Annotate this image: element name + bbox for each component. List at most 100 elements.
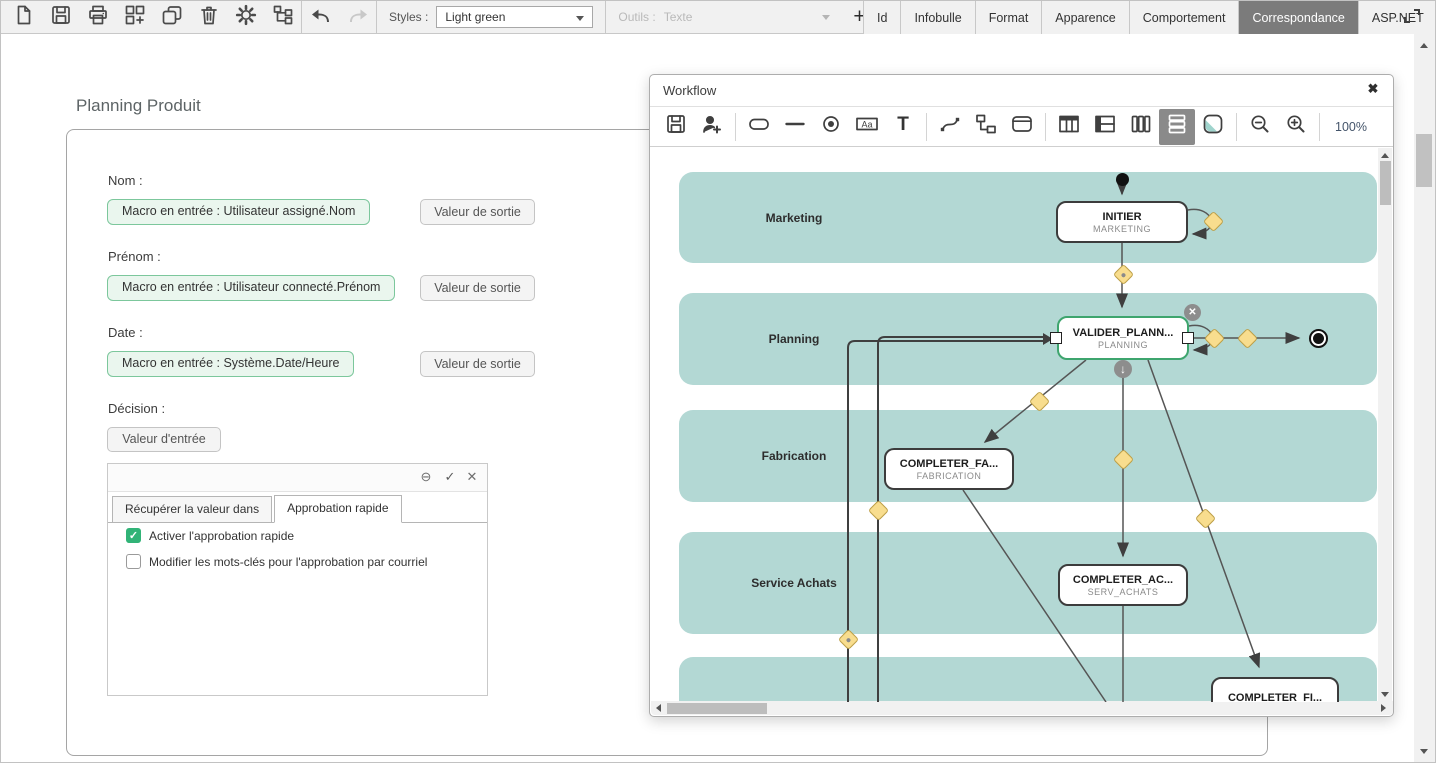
close-icon[interactable]: ✖ xyxy=(1363,81,1383,97)
zoom-in-button[interactable] xyxy=(1278,109,1314,145)
table-columns-button[interactable] xyxy=(1051,109,1087,145)
subflow-icon xyxy=(974,112,998,141)
canvas-vertical-scrollbar[interactable] xyxy=(1378,148,1392,702)
resize-handle-left[interactable] xyxy=(1050,332,1062,344)
node-valider-planning[interactable]: VALIDER_PLANN... PLANNING xyxy=(1057,316,1189,360)
output-value-button-nom[interactable]: Valeur de sortie xyxy=(420,199,535,225)
duplicate-button[interactable] xyxy=(153,1,190,33)
table-rows-icon xyxy=(1093,112,1117,141)
canvas-horizontal-scrollbar[interactable] xyxy=(651,701,1393,715)
scroll-right-arrow[interactable] xyxy=(1381,704,1386,712)
vertical-scroll-thumb[interactable] xyxy=(1416,134,1432,187)
save-button[interactable] xyxy=(42,1,79,33)
theme-button[interactable] xyxy=(1195,109,1231,145)
tab-id[interactable]: Id xyxy=(863,1,900,34)
node-completer-fabrication[interactable]: COMPLETER_FA... FABRICATION xyxy=(884,448,1014,490)
node-completer-achats[interactable]: COMPLETER_AC... SERV_ACHATS xyxy=(1058,564,1188,606)
tab-recuperer-la-valeur[interactable]: Récupérer la valeur dans xyxy=(112,496,272,523)
hierarchy-icon xyxy=(271,3,295,32)
scroll-down-arrow[interactable] xyxy=(1381,692,1389,697)
trash-icon xyxy=(197,3,221,32)
toolbar-separator xyxy=(926,113,927,141)
text-tool-button[interactable]: T xyxy=(885,109,921,145)
vertical-scroll-thumb[interactable] xyxy=(1380,161,1391,205)
table-columns-icon xyxy=(1057,112,1081,141)
horizontal-lanes-button[interactable] xyxy=(1159,109,1195,145)
rounded-rectangle-icon xyxy=(747,112,771,141)
scroll-up-arrow[interactable] xyxy=(1381,153,1389,158)
redo-icon xyxy=(346,3,370,32)
macro-pill-nom[interactable]: Macro en entrée : Utilisateur assigné.No… xyxy=(107,199,370,225)
subflow-tool-button[interactable] xyxy=(968,109,1004,145)
line-icon xyxy=(783,112,807,141)
horizontal-scroll-thumb[interactable] xyxy=(667,703,767,714)
toolbar-separator xyxy=(1236,113,1237,141)
node-initier[interactable]: INITIER MARKETING xyxy=(1056,201,1188,243)
tab-correspondance[interactable]: Correspondance xyxy=(1238,1,1357,34)
zoom-out-button[interactable] xyxy=(1242,109,1278,145)
toolbar-separator xyxy=(735,113,736,141)
mapping-panel: ⊖ ✓ ✕ Récupérer la valeur dans Approbati… xyxy=(107,463,488,696)
workflow-edges xyxy=(651,148,1378,702)
down-arrow-icon: ↓ xyxy=(1120,362,1126,376)
output-value-button-prenom[interactable]: Valeur de sortie xyxy=(420,275,535,301)
label-tool-button[interactable]: Aa xyxy=(849,109,885,145)
styles-dropdown[interactable]: Light green xyxy=(436,6,593,28)
end-node[interactable] xyxy=(1309,329,1328,348)
scroll-down-arrow[interactable] xyxy=(1420,749,1428,754)
hierarchy-button[interactable] xyxy=(264,1,301,33)
add-component-button[interactable] xyxy=(116,1,153,33)
workflow-save-button[interactable] xyxy=(658,109,694,145)
lane-tool-button[interactable] xyxy=(1004,109,1040,145)
start-node[interactable] xyxy=(1116,173,1129,186)
end-node-tool-button[interactable] xyxy=(813,109,849,145)
collapse-icon[interactable]: ⊖ xyxy=(417,469,435,485)
resize-handle-right[interactable] xyxy=(1182,332,1194,344)
undo-button[interactable] xyxy=(302,1,339,33)
tab-comportement[interactable]: Comportement xyxy=(1129,1,1239,34)
new-document-button[interactable] xyxy=(5,1,42,33)
tab-format[interactable]: Format xyxy=(975,1,1042,34)
delete-button[interactable] xyxy=(190,1,227,33)
x-icon: ✕ xyxy=(1188,307,1196,318)
tab-infobulle[interactable]: Infobulle xyxy=(900,1,974,34)
delete-node-button[interactable]: ✕ xyxy=(1184,304,1201,321)
checkbox-label: Modifier les mots-clés pour l'approbatio… xyxy=(149,555,427,569)
node-completer-finances[interactable]: COMPLETER_FI... xyxy=(1211,677,1339,702)
expand-window-button[interactable] xyxy=(1398,4,1426,32)
activity-shape-button[interactable] xyxy=(741,109,777,145)
tab-approbation-rapide[interactable]: Approbation rapide xyxy=(274,495,401,523)
page-title: Planning Produit xyxy=(76,96,201,116)
print-button[interactable] xyxy=(79,1,116,33)
table-rows-button[interactable] xyxy=(1087,109,1123,145)
add-user-button[interactable] xyxy=(694,109,730,145)
macro-pill-prenom[interactable]: Macro en entrée : Utilisateur connecté.P… xyxy=(107,275,395,301)
styles-label: Styles : xyxy=(389,10,428,24)
page-vertical-scrollbar[interactable] xyxy=(1414,34,1435,763)
redo-button[interactable] xyxy=(339,1,376,33)
link-node-button[interactable]: ↓ xyxy=(1114,360,1132,378)
settings-button[interactable] xyxy=(227,1,264,33)
output-value-button-date[interactable]: Valeur de sortie xyxy=(420,351,535,377)
connector-tool-button[interactable] xyxy=(932,109,968,145)
vertical-lanes-button[interactable] xyxy=(1123,109,1159,145)
macro-pill-date[interactable]: Macro en entrée : Système.Date/Heure xyxy=(107,351,354,377)
checkbox-modifier-mots-cles[interactable] xyxy=(126,554,141,569)
label-icon: Aa xyxy=(854,112,880,141)
close-icon[interactable]: ✕ xyxy=(463,469,481,485)
checkbox-activer-approbation[interactable]: ✓ xyxy=(126,528,141,543)
node-subtitle: FABRICATION xyxy=(917,471,982,481)
tab-apparence[interactable]: Apparence xyxy=(1041,1,1128,34)
field-label-nom: Nom : xyxy=(108,173,143,188)
checkbox-row-activer: ✓ Activer l'approbation rapide xyxy=(126,528,294,543)
workflow-canvas[interactable]: Marketing Planning Fabrication Service A… xyxy=(651,148,1378,702)
toolbar-separator xyxy=(1319,113,1320,141)
confirm-icon[interactable]: ✓ xyxy=(441,469,459,485)
line-tool-button[interactable] xyxy=(777,109,813,145)
theme-icon xyxy=(1201,112,1225,141)
tools-dropdown-value[interactable]: Texte xyxy=(664,10,693,24)
input-value-button[interactable]: Valeur d'entrée xyxy=(107,427,221,452)
scroll-up-arrow[interactable] xyxy=(1420,43,1428,48)
scroll-left-arrow[interactable] xyxy=(656,704,661,712)
workflow-dialog-titlebar[interactable]: Workflow ✖ xyxy=(650,75,1393,107)
